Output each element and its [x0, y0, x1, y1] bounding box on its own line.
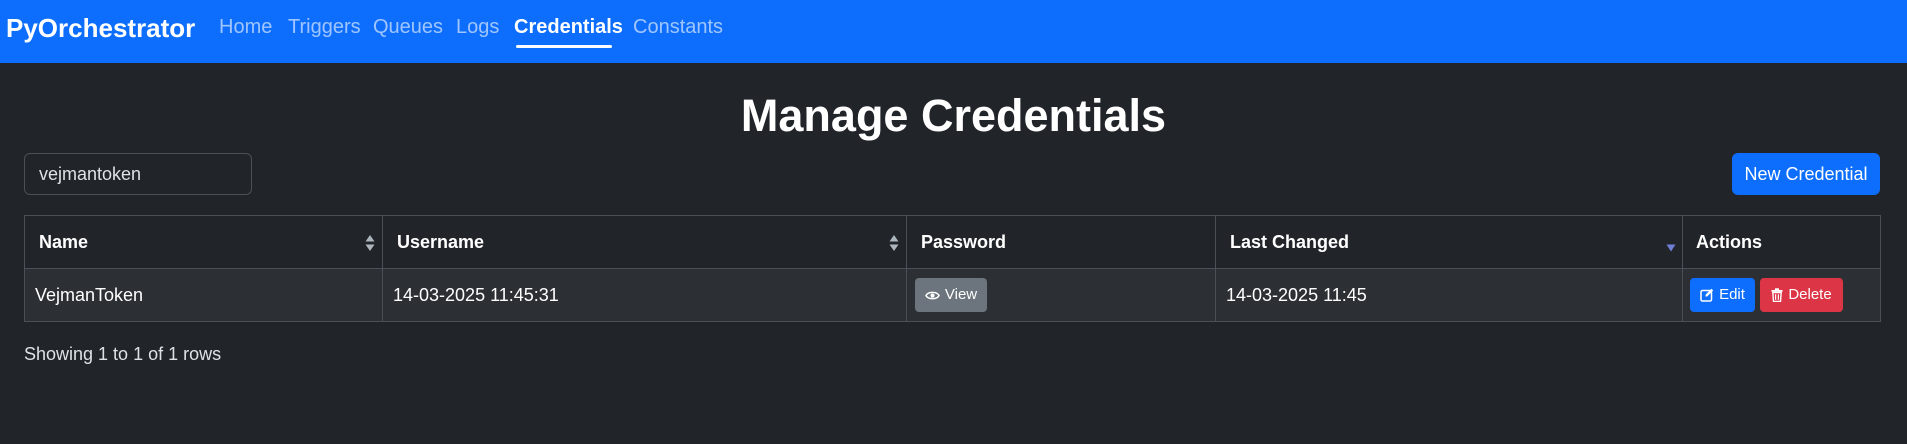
cell-name: VejmanToken — [25, 269, 383, 321]
eye-icon — [924, 291, 940, 299]
navbar: PyOrchestrator Home Triggers Queues Logs… — [0, 0, 1907, 63]
new-credential-button[interactable]: New Credential — [1732, 153, 1880, 195]
pencil-square-icon — [1700, 288, 1714, 302]
column-header-label: Name — [39, 232, 89, 252]
view-password-button[interactable]: View — [915, 278, 987, 312]
credential-last-changed: 14-03-2025 11:45 — [1226, 285, 1367, 305]
sort-both-icon — [889, 235, 899, 251]
edit-button[interactable]: Edit — [1690, 278, 1755, 312]
trash-icon — [1771, 288, 1783, 302]
active-nav-indicator — [516, 45, 612, 48]
column-header-label: Username — [397, 232, 485, 252]
delete-button-label: Delete — [1788, 286, 1832, 303]
nav-link-queues[interactable]: Queues — [373, 14, 443, 40]
sort-descending-icon — [1666, 244, 1676, 252]
view-button-label: View — [944, 286, 978, 303]
column-header-actions: Actions — [1683, 216, 1880, 268]
search-input[interactable] — [24, 153, 252, 195]
credential-username: 14-03-2025 11:45:31 — [393, 285, 559, 305]
cell-username: 14-03-2025 11:45:31 — [383, 269, 907, 321]
pagination-info: Showing 1 to 1 of 1 rows — [24, 344, 222, 364]
nav-link-home[interactable]: Home — [219, 14, 272, 40]
column-header-username[interactable]: Username — [383, 216, 907, 268]
table-row: VejmanToken 14-03-2025 11:45:31 View 14-… — [25, 269, 1880, 321]
nav-link-credentials[interactable]: Credentials — [514, 14, 623, 40]
cell-last-changed: 14-03-2025 11:45 — [1216, 269, 1683, 321]
nav-link-triggers[interactable]: Triggers — [288, 14, 361, 40]
sort-both-icon — [365, 235, 375, 251]
credentials-table: Name Username Password Last Changed Acti… — [24, 215, 1881, 322]
brand-logo[interactable]: PyOrchestrator — [6, 12, 195, 44]
table-header-row: Name Username Password Last Changed Acti… — [25, 216, 1880, 269]
delete-button[interactable]: Delete — [1760, 278, 1843, 312]
cell-password: View — [907, 269, 1216, 321]
page-title: Manage Credentials — [740, 90, 1167, 141]
column-header-password: Password — [907, 216, 1216, 268]
column-header-label: Password — [921, 232, 1007, 252]
nav-link-constants[interactable]: Constants — [633, 14, 723, 40]
column-header-label: Actions — [1696, 232, 1763, 252]
cell-actions: Edit Delete — [1683, 269, 1880, 321]
column-header-name[interactable]: Name — [25, 216, 383, 268]
nav-link-logs[interactable]: Logs — [456, 14, 499, 40]
credential-name: VejmanToken — [35, 285, 144, 305]
edit-button-label: Edit — [1719, 286, 1745, 303]
column-header-last-changed[interactable]: Last Changed — [1216, 216, 1683, 268]
column-header-label: Last Changed — [1230, 232, 1350, 252]
